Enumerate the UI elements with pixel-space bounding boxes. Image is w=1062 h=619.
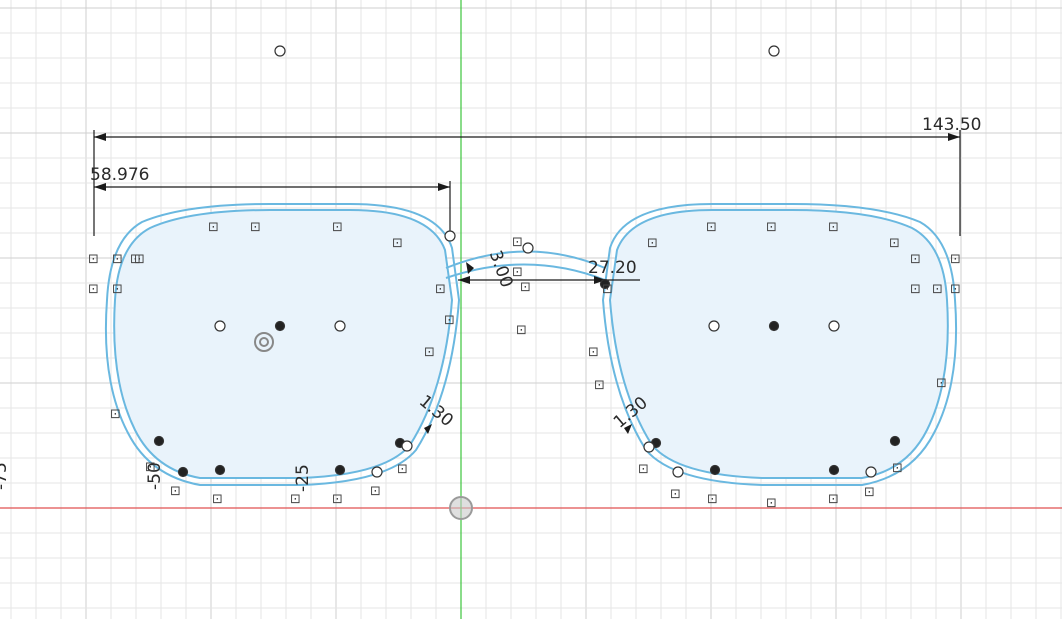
constraint-icon[interactable]: ⊡ [290, 492, 301, 507]
constraint-icon[interactable]: ⊡ [444, 313, 455, 328]
constraint-icon[interactable]: ⊡ [112, 282, 123, 297]
sketch-point-icon[interactable] [768, 45, 780, 57]
sketch-point-icon[interactable] [708, 320, 720, 332]
constraint-icon[interactable]: ⊡ [520, 280, 531, 295]
constraint-icon[interactable]: ⊡ [936, 376, 947, 391]
constraint-icon[interactable]: ⊡ [670, 487, 681, 502]
constraint-icon[interactable]: ⊡ [828, 492, 839, 507]
constraint-icon[interactable]: ⊡ [594, 378, 605, 393]
constraint-icon[interactable]: ⊡ [110, 407, 121, 422]
sketch-point-icon[interactable] [274, 45, 286, 57]
overall-width-label: 143.50 [922, 115, 981, 135]
constraint-icon[interactable]: ⊡ [88, 252, 99, 267]
constraint-icon[interactable]: ⊡ [828, 220, 839, 235]
lens-width-label: 58.976 [90, 165, 149, 185]
constraint-icon[interactable]: ⊡ [112, 252, 123, 267]
constraint-icon[interactable]: ⊡ [424, 345, 435, 360]
sketch-point-icon[interactable] [334, 320, 346, 332]
sketch-point-icon[interactable] [709, 464, 721, 476]
sketch-point-icon[interactable] [828, 464, 840, 476]
constraint-icon[interactable]: ⊡ [647, 236, 658, 251]
dimension-bridge-width[interactable]: 27.20 [458, 258, 640, 284]
constraint-icon[interactable]: ⊡ [910, 282, 921, 297]
sketch-point-icon[interactable] [522, 242, 534, 254]
constraint-icon[interactable]: ⊡ [766, 220, 777, 235]
constraint-icon[interactable]: ⊡ [145, 460, 156, 475]
constraint-icon[interactable]: ⊡ [706, 220, 717, 235]
sketch-point-icon[interactable] [672, 466, 684, 478]
constraint-icon[interactable]: ⊡ [950, 282, 961, 297]
sketch-point-icon[interactable] [401, 440, 413, 452]
sketch-point-icon[interactable] [828, 320, 840, 332]
sketch-point-icon[interactable] [889, 435, 901, 447]
sketch-point-icon[interactable] [444, 230, 456, 242]
origin-icon[interactable] [449, 496, 473, 520]
sketch-point-icon[interactable] [865, 466, 877, 478]
constraint-icon[interactable]: ⊡ [932, 282, 943, 297]
sketch-canvas[interactable]: 143.50 58.976 27.20 3.00 1.30 1.30 -50 -… [0, 0, 1062, 619]
constraint-icon[interactable]: ⊡ [910, 252, 921, 267]
constraint-icon[interactable]: ⊡ [707, 492, 718, 507]
sketch-point-icon[interactable] [153, 435, 165, 447]
y-label-edge: -75 [0, 462, 11, 490]
constraint-icon[interactable]: ⊡ [134, 252, 145, 267]
constraint-icon[interactable]: ⊡ [950, 252, 961, 267]
y-label-b: -25 [293, 464, 313, 492]
constraint-icon[interactable]: ⊡ [370, 484, 381, 499]
constraint-icon[interactable]: ⊡ [332, 220, 343, 235]
sketch-point-icon[interactable] [214, 464, 226, 476]
constraint-icon[interactable]: ⊡ [170, 484, 181, 499]
sketch-point-icon[interactable] [177, 466, 189, 478]
constraint-icon[interactable]: ⊡ [766, 496, 777, 511]
constraint-icon[interactable]: ⊡ [516, 323, 527, 338]
sketch-point-icon[interactable] [334, 464, 346, 476]
constraint-icon[interactable]: ⊡ [332, 492, 343, 507]
constraint-icon[interactable]: ⊡ [392, 236, 403, 251]
constraint-icon[interactable]: ⊡ [889, 236, 900, 251]
constraint-icon[interactable]: ⊡ [435, 282, 446, 297]
constraint-icon[interactable]: ⊡ [602, 282, 613, 297]
sketch-point-icon[interactable] [643, 441, 655, 453]
constraint-icon[interactable]: ⊡ [208, 220, 219, 235]
constraint-icon[interactable]: ⊡ [892, 461, 903, 476]
sketch-point-icon[interactable] [371, 466, 383, 478]
constraint-icon[interactable]: ⊡ [212, 492, 223, 507]
sketch-point-icon[interactable] [768, 320, 780, 332]
bridge-width-label: 27.20 [588, 258, 637, 278]
constraint-icon[interactable]: ⊡ [864, 485, 875, 500]
constraint-icon[interactable]: ⊡ [250, 220, 261, 235]
constraint-icon[interactable]: ⊡ [88, 282, 99, 297]
dimension-bridge-height[interactable]: 3.00 [466, 248, 517, 290]
constraint-icon[interactable]: ⊡ [512, 265, 523, 280]
sketch-point-icon[interactable] [214, 320, 226, 332]
constraint-icon[interactable]: ⊡ [397, 462, 408, 477]
constraint-icon[interactable]: ⊡ [638, 462, 649, 477]
constraint-icon[interactable]: ⊡ [588, 345, 599, 360]
sketch-point-icon[interactable] [274, 320, 286, 332]
constraint-icon[interactable]: ⊡ [512, 235, 523, 250]
